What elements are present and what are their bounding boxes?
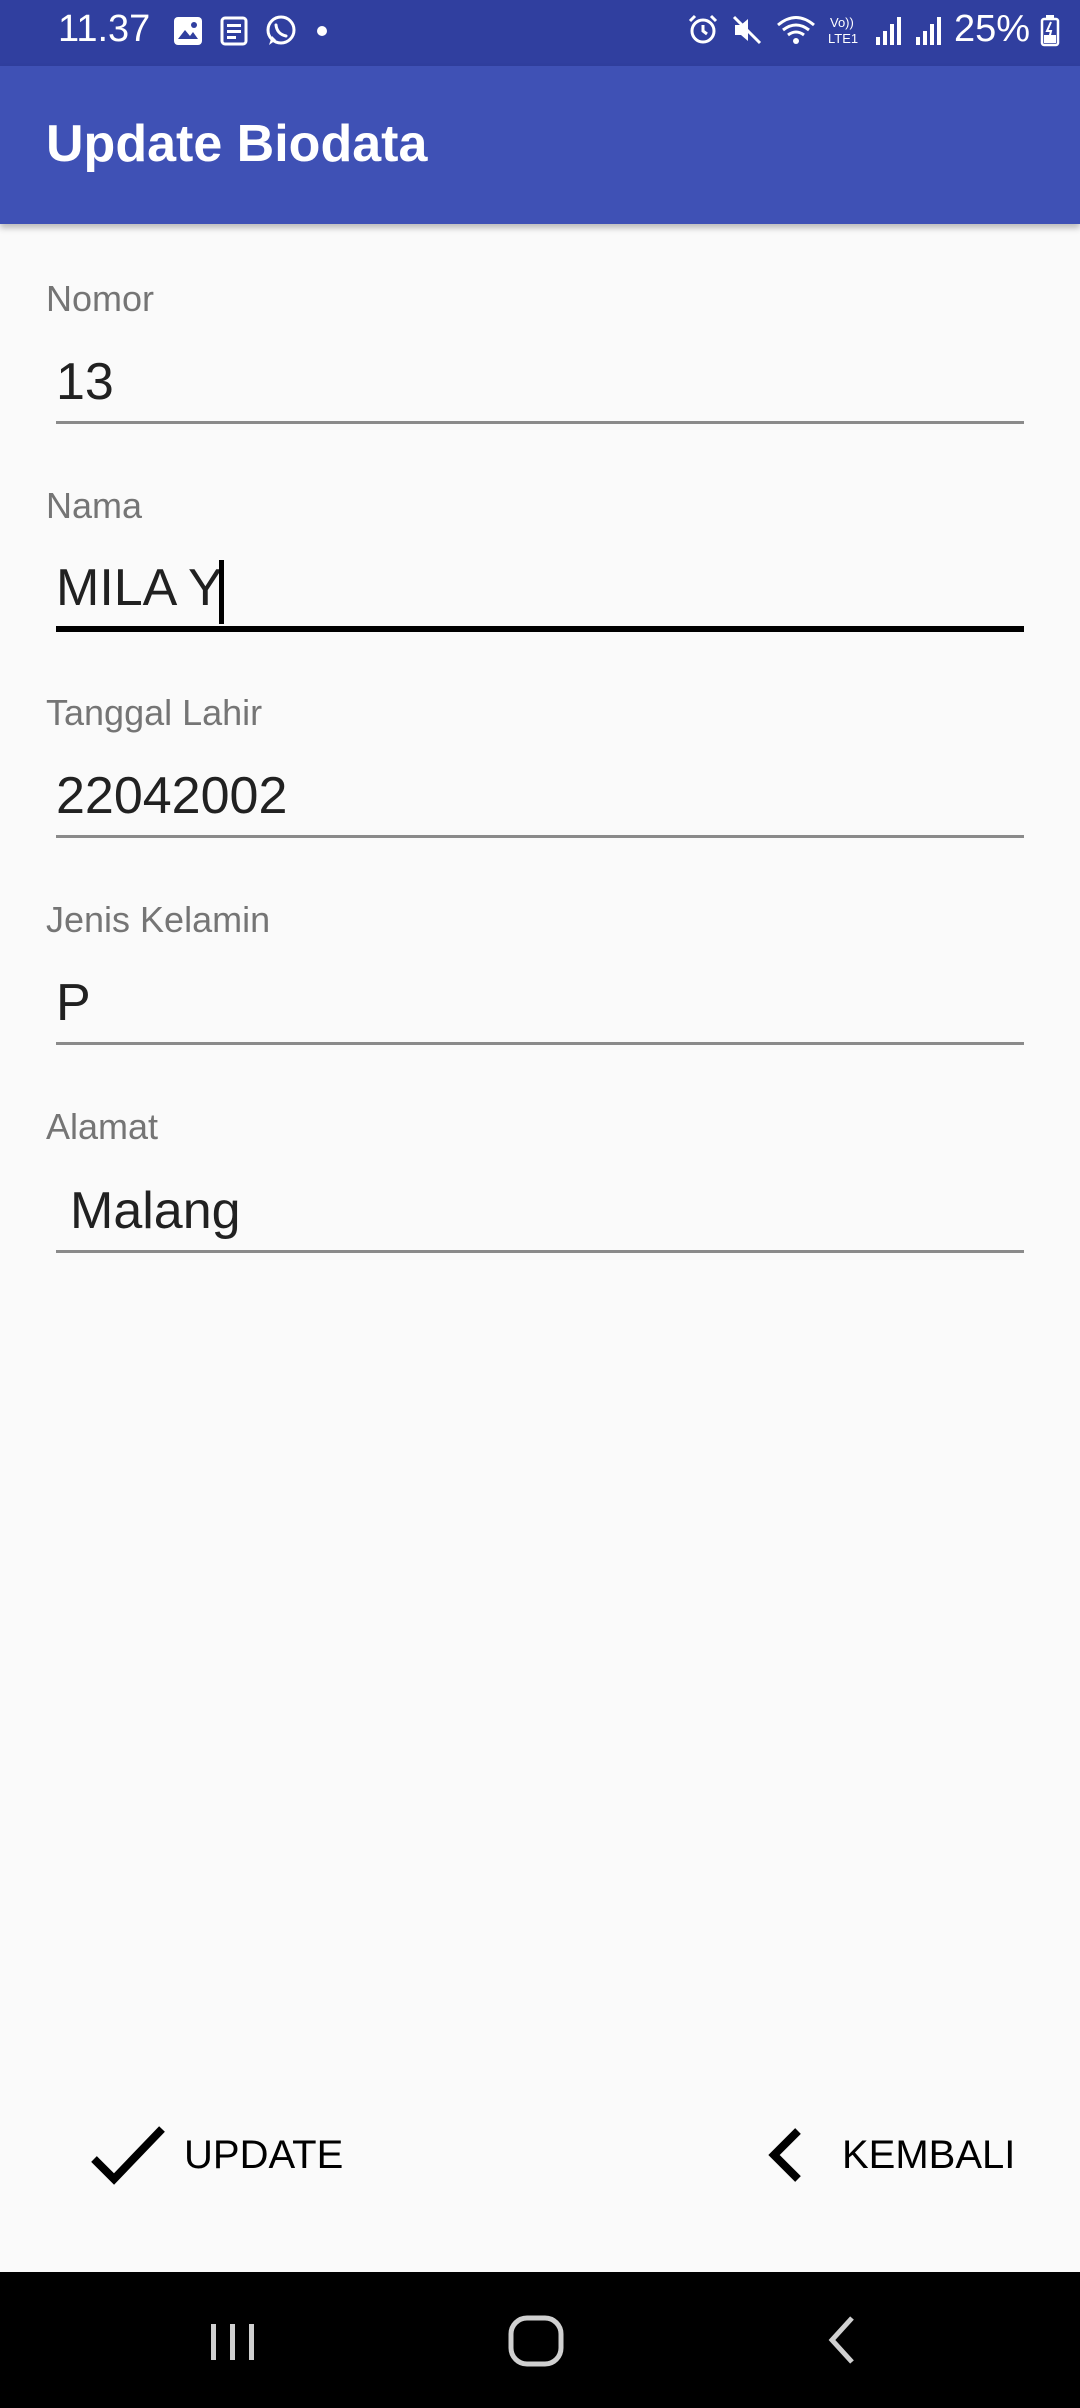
kembali-button-label: KEMBALI [842, 2132, 1016, 2177]
app-bar: Update Biodata [0, 66, 1080, 224]
alarm-icon [688, 14, 717, 43]
jenis-kelamin-label: Jenis Kelamin [46, 899, 271, 940]
signal-icon-2 [915, 16, 941, 45]
wifi-icon [776, 15, 815, 44]
recents-icon[interactable] [205, 2302, 261, 2378]
chevron-left-icon [768, 2128, 801, 2182]
svg-text:Vo)): Vo)) [830, 15, 854, 30]
checkmark-icon [91, 2126, 165, 2185]
tanggal-lahir-label: Tanggal Lahir [46, 692, 263, 733]
signal-icon [875, 16, 901, 45]
battery-icon [1040, 14, 1060, 46]
mute-icon [732, 15, 761, 44]
dot-icon [317, 26, 327, 36]
status-notification-icons [172, 14, 332, 48]
text-cursor [219, 560, 224, 624]
nama-label: Nama [46, 485, 143, 526]
whatsapp-icon [266, 15, 296, 45]
battery-percentage: 25% [953, 8, 1030, 50]
kembali-button[interactable]: KEMBALI [764, 2110, 1015, 2200]
system-nav-bar [0, 2272, 1080, 2408]
status-bar: 11.37 Vo)) LTE1 25% [0, 0, 1080, 66]
back-icon[interactable] [818, 2302, 866, 2378]
status-system-icons: Vo)) LTE1 25% [686, 8, 1060, 51]
status-time: 11.37 [58, 8, 151, 50]
page-title: Update Biodata [46, 115, 428, 173]
nomor-label: Nomor [46, 278, 155, 319]
volte-icon: Vo))LTE1 [828, 15, 858, 46]
update-button-label: UPDATE [184, 2132, 344, 2177]
update-button[interactable]: UPDATE [90, 2110, 343, 2200]
alamat-label: Alamat [46, 1106, 159, 1147]
nomor-field[interactable] [56, 348, 1024, 424]
home-icon[interactable] [505, 2302, 569, 2378]
image-icon [174, 17, 202, 45]
tanggal-lahir-field[interactable] [56, 762, 1024, 838]
svg-text:LTE1: LTE1 [828, 31, 858, 46]
nama-field[interactable] [56, 556, 1024, 632]
jenis-kelamin-field[interactable] [56, 969, 1024, 1045]
alamat-field[interactable] [56, 1177, 1024, 1253]
news-icon [220, 16, 248, 46]
